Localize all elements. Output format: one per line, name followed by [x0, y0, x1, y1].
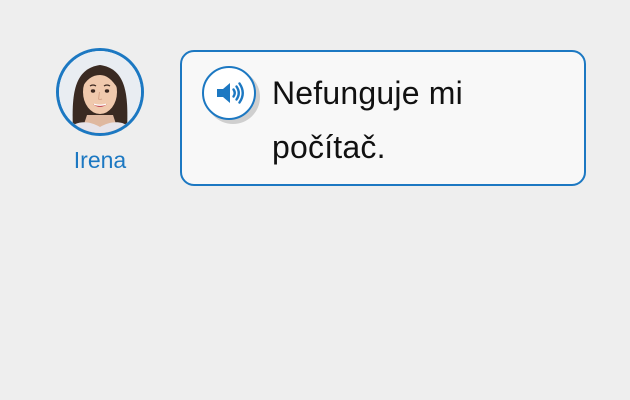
speech-bubble: Nefunguje mi počítač. [180, 50, 586, 186]
message-text: Nefunguje mi počítač. [272, 75, 463, 165]
speaker-volume-icon [217, 82, 244, 104]
speaker-panel: Irena [52, 48, 148, 172]
avatar [56, 48, 144, 136]
speaker-name: Irena [73, 147, 127, 173]
play-audio-button[interactable] [202, 66, 256, 120]
avatar-portrait-icon [59, 51, 141, 133]
